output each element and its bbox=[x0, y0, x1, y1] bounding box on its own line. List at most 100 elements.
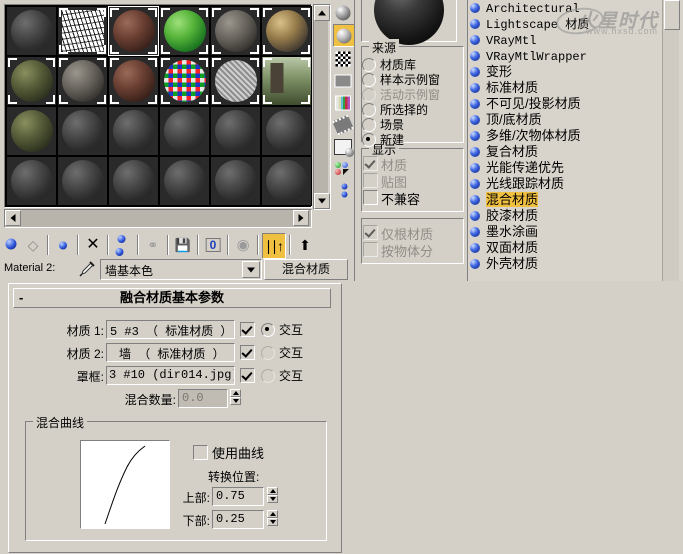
get-material-icon[interactable] bbox=[0, 233, 22, 257]
sample-slot[interactable] bbox=[6, 156, 57, 206]
scroll-right-button[interactable] bbox=[293, 210, 309, 226]
sample-slot[interactable] bbox=[210, 56, 261, 106]
show-end-result-icon[interactable]: ∣∣↑ bbox=[262, 233, 286, 259]
material-type-item[interactable]: 混合材质 bbox=[468, 192, 662, 208]
sample-window-toolbar[interactable] bbox=[332, 2, 355, 230]
backlight-icon[interactable] bbox=[333, 24, 355, 47]
material1-interactive-radio[interactable] bbox=[261, 323, 275, 337]
mix-amount-spinner[interactable] bbox=[230, 389, 241, 406]
lower-field[interactable]: 0.25 bbox=[212, 510, 264, 529]
use-curve-checkbox[interactable] bbox=[193, 445, 208, 460]
source-radio-3[interactable] bbox=[362, 103, 376, 117]
source-radio-4[interactable] bbox=[362, 118, 376, 132]
material-type-item[interactable]: 光线跟踪材质 bbox=[468, 176, 662, 192]
sample-slot[interactable] bbox=[108, 106, 159, 156]
video-color-check-icon[interactable] bbox=[333, 92, 353, 113]
sample-slot[interactable] bbox=[6, 56, 57, 106]
mask-interactive-radio[interactable] bbox=[261, 369, 275, 383]
material-type-item[interactable]: Lightscape 材质 bbox=[468, 16, 662, 32]
display-checkbox-1[interactable] bbox=[363, 173, 378, 188]
rollout-header[interactable]: - 融合材质基本参数 bbox=[13, 288, 331, 308]
spinner-up[interactable] bbox=[267, 487, 278, 495]
source-radio-2[interactable] bbox=[362, 88, 376, 102]
sample-slot[interactable] bbox=[57, 156, 108, 206]
go-to-parent-icon[interactable]: ⬆ bbox=[294, 233, 316, 257]
material-list-scrollbar[interactable] bbox=[662, 0, 680, 281]
material-type-list[interactable]: Architectural Lightscape 材质 VRayMtl VRayMtl… bbox=[468, 0, 662, 281]
material-type-item[interactable]: 墨水涂画 bbox=[468, 224, 662, 240]
material-type-item[interactable]: 不可见/投影材质 bbox=[468, 96, 662, 112]
material-type-item[interactable]: 顶/底材质 bbox=[468, 112, 662, 128]
scroll-left-button[interactable] bbox=[5, 210, 21, 226]
material-name-dropdown-button[interactable] bbox=[242, 261, 260, 278]
sample-slot-grid[interactable] bbox=[6, 6, 312, 206]
lower-spinner[interactable] bbox=[267, 510, 278, 527]
material-name-field[interactable]: 墙基本色 bbox=[100, 259, 262, 280]
material2-enable-checkbox[interactable] bbox=[240, 345, 255, 360]
reset-map-material-icon[interactable]: ✕ bbox=[82, 233, 104, 257]
options-icon[interactable] bbox=[333, 136, 354, 157]
show-map-in-viewport-icon[interactable]: ◉ bbox=[232, 233, 254, 257]
source-radio-1[interactable] bbox=[362, 73, 376, 87]
material-type-item[interactable]: 双面材质 bbox=[468, 240, 662, 256]
sample-slot[interactable] bbox=[261, 156, 312, 206]
background-checker-icon[interactable] bbox=[333, 48, 353, 69]
material2-button[interactable]: 墙 （ 标准材质 ） bbox=[106, 343, 235, 362]
sample-slot[interactable] bbox=[210, 106, 261, 156]
select-by-material-icon[interactable] bbox=[333, 158, 353, 179]
material1-button[interactable]: 5 #3 （ 标准材质 ） bbox=[106, 320, 235, 339]
material-effects-channel-icon[interactable]: 0 bbox=[202, 233, 224, 257]
material-editor-toolbar[interactable]: ◇✕⚭💾0◉∣∣↑⬆➡ bbox=[0, 232, 333, 277]
sample-slot[interactable] bbox=[210, 6, 261, 56]
scroll-up-button[interactable] bbox=[314, 5, 330, 21]
sample-slot[interactable] bbox=[108, 56, 159, 106]
sample-slot[interactable] bbox=[6, 6, 57, 56]
spinner-up[interactable] bbox=[267, 510, 278, 518]
sample-slot[interactable] bbox=[261, 106, 312, 156]
make-unique-icon[interactable]: ⚭ bbox=[142, 233, 164, 257]
display-checkbox-0[interactable] bbox=[363, 156, 378, 171]
mask-button[interactable]: 3 #10 (dir014.jpg) bbox=[106, 366, 235, 385]
upper-field[interactable]: 0.75 bbox=[212, 487, 264, 506]
sample-slot[interactable] bbox=[57, 6, 108, 56]
sample-slot[interactable] bbox=[57, 106, 108, 156]
material-type-item[interactable]: VRayMtl bbox=[468, 32, 662, 48]
material-type-item[interactable]: 复合材质 bbox=[468, 144, 662, 160]
mix-curve-graph[interactable] bbox=[80, 440, 170, 529]
material-type-item[interactable]: 胶漆材质 bbox=[468, 208, 662, 224]
source-radio-0[interactable] bbox=[362, 58, 376, 72]
sample-slot[interactable] bbox=[108, 6, 159, 56]
source-radio-5[interactable] bbox=[362, 133, 376, 147]
make-material-copy-icon[interactable] bbox=[112, 233, 134, 257]
material-type-button[interactable]: 混合材质 bbox=[264, 259, 348, 280]
sample-slot[interactable] bbox=[210, 156, 261, 206]
sample-type-sphere-icon[interactable] bbox=[333, 2, 353, 23]
material-type-item[interactable]: 外壳材质 bbox=[468, 256, 662, 272]
sample-slots-vertical-scrollbar[interactable] bbox=[313, 4, 331, 210]
sample-slot[interactable] bbox=[261, 6, 312, 56]
material-map-navigator-icon[interactable] bbox=[333, 180, 353, 201]
assign-material-to-selection-icon[interactable] bbox=[52, 233, 74, 257]
mask-enable-checkbox[interactable] bbox=[240, 368, 255, 383]
material-type-item[interactable]: Architectural bbox=[468, 0, 662, 16]
material-type-item[interactable]: 变形 bbox=[468, 64, 662, 80]
scroll-down-button[interactable] bbox=[314, 193, 330, 209]
display-checkbox-2[interactable] bbox=[363, 190, 378, 205]
put-to-library-icon[interactable]: 💾 bbox=[172, 233, 194, 257]
material-preview-box[interactable] bbox=[361, 0, 457, 45]
material-type-item[interactable]: 标准材质 bbox=[468, 80, 662, 96]
sample-slot[interactable] bbox=[159, 6, 210, 56]
filter-checkbox-1[interactable] bbox=[363, 242, 378, 257]
scroll-track[interactable] bbox=[314, 18, 328, 194]
material-type-item[interactable]: 多维/次物体材质 bbox=[468, 128, 662, 144]
eyedropper-icon[interactable] bbox=[76, 260, 96, 278]
filter-checkbox-0[interactable] bbox=[363, 225, 378, 240]
spinner-up[interactable] bbox=[230, 389, 241, 397]
upper-spinner[interactable] bbox=[267, 487, 278, 504]
scroll-thumb[interactable] bbox=[664, 0, 680, 30]
sample-slot[interactable] bbox=[159, 106, 210, 156]
sample-slot[interactable] bbox=[108, 156, 159, 206]
spinner-down[interactable] bbox=[267, 495, 278, 503]
material-type-item[interactable]: VRayMtlWrapper bbox=[468, 48, 662, 64]
put-material-to-scene-icon[interactable]: ◇ bbox=[22, 233, 44, 257]
